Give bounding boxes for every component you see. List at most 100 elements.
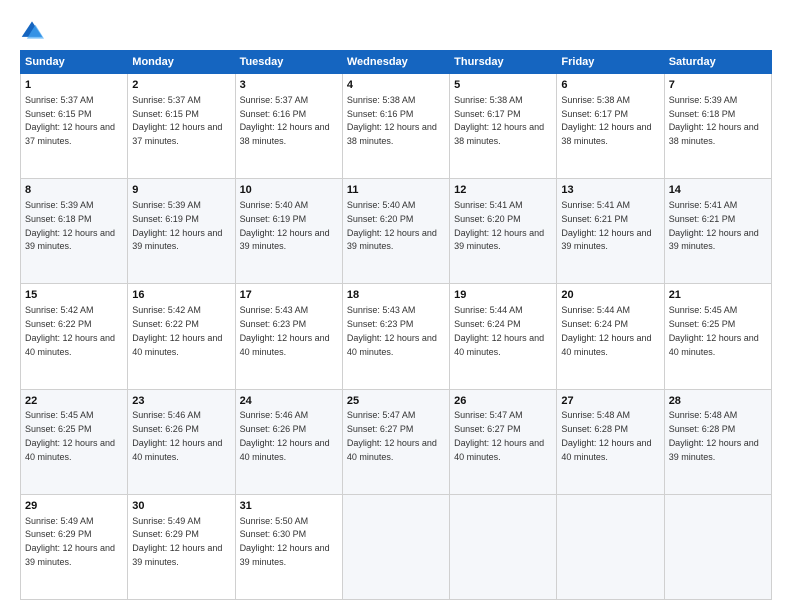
calendar-cell: 10Sunrise: 5:40 AMSunset: 6:19 PMDayligh… (235, 179, 342, 284)
day-info: Sunrise: 5:43 AMSunset: 6:23 PMDaylight:… (240, 305, 330, 356)
calendar-cell: 16 Sunrise: 5:42 AMSunset: 6:22 PMDayligh… (128, 284, 235, 389)
calendar-week-row: 1Sunrise: 5:37 AMSunset: 6:15 PMDaylight… (21, 74, 772, 179)
calendar-cell: 3Sunrise: 5:37 AMSunset: 6:16 PMDaylight… (235, 74, 342, 179)
day-info: Sunrise: 5:42 AMSunset: 6:22 PMDaylight:… (25, 305, 115, 356)
day-info: Sunrise: 5:49 AMSunset: 6:29 PMDaylight:… (132, 516, 222, 567)
calendar-cell: 12 Sunrise: 5:41 AMSunset: 6:20 PMDayligh… (450, 179, 557, 284)
day-info: Sunrise: 5:37 AMSunset: 6:15 PMDaylight:… (132, 95, 222, 146)
calendar-day-header: Saturday (664, 51, 771, 74)
calendar-cell: 28Sunrise: 5:48 AMSunset: 6:28 PMDayligh… (664, 389, 771, 494)
day-info: Sunrise: 5:46 AMSunset: 6:26 PMDaylight:… (240, 410, 330, 461)
calendar-cell: 17 Sunrise: 5:43 AMSunset: 6:23 PMDayligh… (235, 284, 342, 389)
calendar-cell: 15 Sunrise: 5:42 AMSunset: 6:22 PMDayligh… (21, 284, 128, 389)
calendar-cell: 7Sunrise: 5:39 AMSunset: 6:18 PMDaylight… (664, 74, 771, 179)
calendar-cell: 21 Sunrise: 5:45 AMSunset: 6:25 PMDayligh… (664, 284, 771, 389)
day-number: 13 (561, 183, 659, 198)
day-info: Sunrise: 5:41 AMSunset: 6:21 PMDaylight:… (669, 200, 759, 251)
logo (20, 18, 48, 42)
day-info: Sunrise: 5:38 AMSunset: 6:16 PMDaylight:… (347, 95, 437, 146)
calendar-cell: 30 Sunrise: 5:49 AMSunset: 6:29 PMDayligh… (128, 494, 235, 599)
day-number: 18 (347, 288, 445, 303)
day-number: 29 (25, 499, 123, 514)
day-number: 12 (454, 183, 552, 198)
day-info: Sunrise: 5:47 AMSunset: 6:27 PMDaylight:… (347, 410, 437, 461)
calendar-cell: 23Sunrise: 5:46 AMSunset: 6:26 PMDayligh… (128, 389, 235, 494)
calendar-week-row: 15 Sunrise: 5:42 AMSunset: 6:22 PMDayligh… (21, 284, 772, 389)
day-number: 15 (25, 288, 123, 303)
day-number: 11 (347, 183, 445, 198)
logo-icon (20, 18, 44, 42)
calendar-table: SundayMondayTuesdayWednesdayThursdayFrid… (20, 50, 772, 600)
day-info: Sunrise: 5:40 AMSunset: 6:20 PMDaylight:… (347, 200, 437, 251)
day-info: Sunrise: 5:50 AMSunset: 6:30 PMDaylight:… (240, 516, 330, 567)
calendar-week-row: 22Sunrise: 5:45 AMSunset: 6:25 PMDayligh… (21, 389, 772, 494)
day-number: 14 (669, 183, 767, 198)
day-info: Sunrise: 5:39 AMSunset: 6:18 PMDaylight:… (25, 200, 115, 251)
calendar-cell: 4 Sunrise: 5:38 AMSunset: 6:16 PMDaylight… (342, 74, 449, 179)
calendar-cell: 25Sunrise: 5:47 AMSunset: 6:27 PMDayligh… (342, 389, 449, 494)
calendar-cell: 31 Sunrise: 5:50 AMSunset: 6:30 PMDayligh… (235, 494, 342, 599)
calendar-week-row: 8 Sunrise: 5:39 AMSunset: 6:18 PMDaylight… (21, 179, 772, 284)
calendar-cell (342, 494, 449, 599)
day-number: 8 (25, 183, 123, 198)
calendar-cell: 26Sunrise: 5:47 AMSunset: 6:27 PMDayligh… (450, 389, 557, 494)
day-info: Sunrise: 5:38 AMSunset: 6:17 PMDaylight:… (454, 95, 544, 146)
day-info: Sunrise: 5:43 AMSunset: 6:23 PMDaylight:… (347, 305, 437, 356)
day-number: 2 (132, 78, 230, 93)
calendar-day-header: Monday (128, 51, 235, 74)
calendar-cell: 29 Sunrise: 5:49 AMSunset: 6:29 PMDayligh… (21, 494, 128, 599)
day-number: 16 (132, 288, 230, 303)
calendar-cell: 24Sunrise: 5:46 AMSunset: 6:26 PMDayligh… (235, 389, 342, 494)
day-info: Sunrise: 5:45 AMSunset: 6:25 PMDaylight:… (25, 410, 115, 461)
calendar-cell: 1Sunrise: 5:37 AMSunset: 6:15 PMDaylight… (21, 74, 128, 179)
day-info: Sunrise: 5:48 AMSunset: 6:28 PMDaylight:… (561, 410, 651, 461)
day-info: Sunrise: 5:48 AMSunset: 6:28 PMDaylight:… (669, 410, 759, 461)
calendar-cell: 6 Sunrise: 5:38 AMSunset: 6:17 PMDaylight… (557, 74, 664, 179)
calendar-cell: 20 Sunrise: 5:44 AMSunset: 6:24 PMDayligh… (557, 284, 664, 389)
day-info: Sunrise: 5:38 AMSunset: 6:17 PMDaylight:… (561, 95, 651, 146)
calendar-cell: 18 Sunrise: 5:43 AMSunset: 6:23 PMDayligh… (342, 284, 449, 389)
day-number: 5 (454, 78, 552, 93)
day-number: 20 (561, 288, 659, 303)
calendar-day-header: Thursday (450, 51, 557, 74)
header (20, 18, 772, 42)
day-number: 26 (454, 394, 552, 409)
day-info: Sunrise: 5:42 AMSunset: 6:22 PMDaylight:… (132, 305, 222, 356)
day-info: Sunrise: 5:49 AMSunset: 6:29 PMDaylight:… (25, 516, 115, 567)
calendar-day-header: Wednesday (342, 51, 449, 74)
day-info: Sunrise: 5:47 AMSunset: 6:27 PMDaylight:… (454, 410, 544, 461)
day-info: Sunrise: 5:46 AMSunset: 6:26 PMDaylight:… (132, 410, 222, 461)
calendar-cell (557, 494, 664, 599)
day-number: 21 (669, 288, 767, 303)
day-number: 31 (240, 499, 338, 514)
day-number: 6 (561, 78, 659, 93)
day-number: 19 (454, 288, 552, 303)
calendar-cell: 11 Sunrise: 5:40 AMSunset: 6:20 PMDayligh… (342, 179, 449, 284)
page: SundayMondayTuesdayWednesdayThursdayFrid… (0, 0, 792, 612)
day-info: Sunrise: 5:44 AMSunset: 6:24 PMDaylight:… (561, 305, 651, 356)
calendar-cell: 27Sunrise: 5:48 AMSunset: 6:28 PMDayligh… (557, 389, 664, 494)
day-number: 17 (240, 288, 338, 303)
calendar-cell (450, 494, 557, 599)
day-number: 30 (132, 499, 230, 514)
calendar-cell: 5 Sunrise: 5:38 AMSunset: 6:17 PMDaylight… (450, 74, 557, 179)
day-info: Sunrise: 5:37 AMSunset: 6:15 PMDaylight:… (25, 95, 115, 146)
calendar-cell: 2 Sunrise: 5:37 AMSunset: 6:15 PMDaylight… (128, 74, 235, 179)
calendar-cell: 13 Sunrise: 5:41 AMSunset: 6:21 PMDayligh… (557, 179, 664, 284)
day-info: Sunrise: 5:39 AMSunset: 6:19 PMDaylight:… (132, 200, 222, 251)
day-number: 25 (347, 394, 445, 409)
day-info: Sunrise: 5:41 AMSunset: 6:20 PMDaylight:… (454, 200, 544, 251)
day-number: 7 (669, 78, 767, 93)
calendar-cell: 19Sunrise: 5:44 AMSunset: 6:24 PMDayligh… (450, 284, 557, 389)
day-number: 22 (25, 394, 123, 409)
day-number: 10 (240, 183, 338, 198)
day-info: Sunrise: 5:41 AMSunset: 6:21 PMDaylight:… (561, 200, 651, 251)
calendar-day-header: Sunday (21, 51, 128, 74)
day-info: Sunrise: 5:45 AMSunset: 6:25 PMDaylight:… (669, 305, 759, 356)
calendar-week-row: 29 Sunrise: 5:49 AMSunset: 6:29 PMDayligh… (21, 494, 772, 599)
day-info: Sunrise: 5:37 AMSunset: 6:16 PMDaylight:… (240, 95, 330, 146)
calendar-day-header: Friday (557, 51, 664, 74)
day-number: 28 (669, 394, 767, 409)
calendar-cell: 22Sunrise: 5:45 AMSunset: 6:25 PMDayligh… (21, 389, 128, 494)
day-number: 4 (347, 78, 445, 93)
